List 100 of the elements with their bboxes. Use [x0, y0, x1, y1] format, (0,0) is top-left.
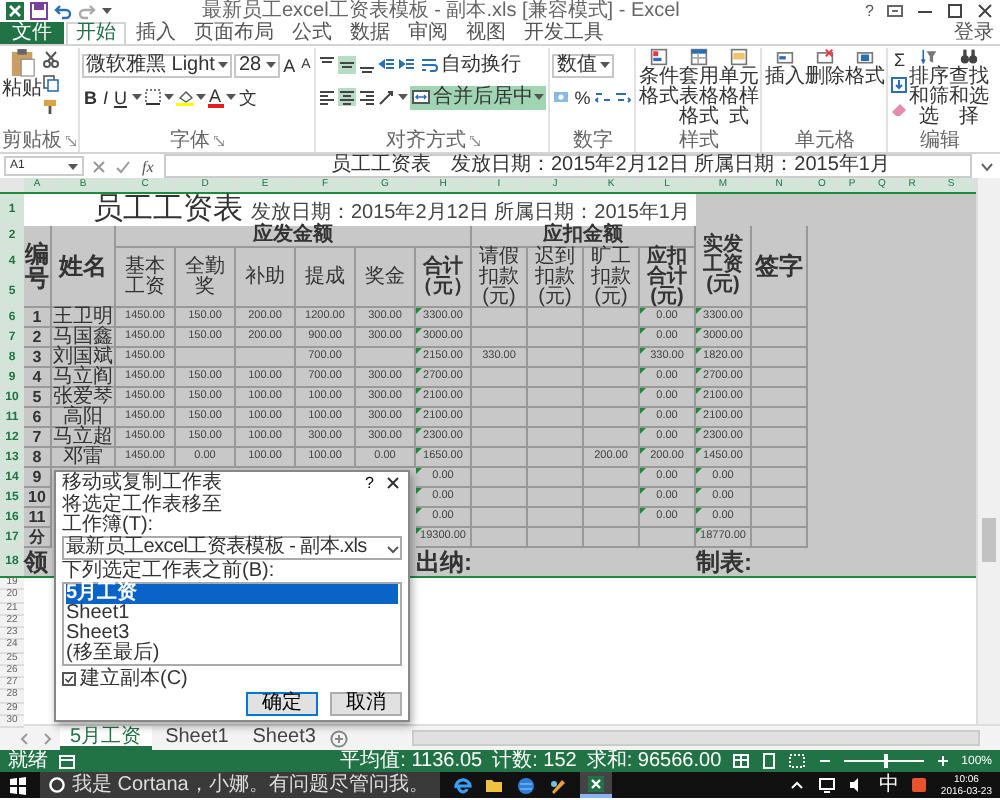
edge-browser-icon[interactable]	[452, 775, 472, 795]
maximize-icon[interactable]	[946, 2, 964, 20]
styles-button[interactable]: 单元格样式	[718, 48, 759, 128]
group-label: 字体	[170, 131, 211, 151]
sheet-tab[interactable]: Sheet3	[242, 726, 326, 750]
dialog-button[interactable]: 确定	[246, 692, 318, 716]
editing-button[interactable]: 查找和选择	[948, 48, 989, 128]
ribbon-tab[interactable]: 插入	[128, 22, 184, 44]
dialog-launcher-icon[interactable]	[214, 136, 225, 146]
font-name-field[interactable]: 微软雅黑 Light	[82, 53, 233, 77]
wrap-text-button[interactable]: 自动换行	[418, 53, 523, 77]
macro-record-icon[interactable]	[58, 752, 76, 770]
copy-checkbox[interactable]: 建立副本(C)	[62, 668, 188, 690]
copy-icon[interactable]	[42, 74, 60, 92]
dialog-launcher-icon[interactable]	[66, 136, 76, 146]
page-break-icon[interactable]	[787, 752, 806, 770]
list-item[interactable]: Sheet3	[66, 624, 398, 644]
cut-icon[interactable]	[42, 50, 60, 68]
caret-icon	[600, 62, 611, 68]
network-icon[interactable]	[818, 776, 837, 794]
merge-center-button[interactable]: 合并后居中	[410, 85, 547, 109]
number-format-field[interactable]: 数值	[552, 53, 615, 77]
sign-in-link[interactable]: 登录	[948, 22, 1000, 44]
group-label: 编辑	[919, 131, 960, 151]
undo-icon[interactable]	[54, 2, 72, 20]
scroll-right-icon[interactable]	[38, 729, 56, 747]
horizontal-align-icon[interactable]	[318, 88, 337, 106]
zoom-in-icon[interactable]	[933, 752, 952, 770]
vertical-scrollbar[interactable]	[976, 178, 1000, 724]
format-painter-icon[interactable]	[42, 98, 60, 116]
paste-button[interactable]: 粘贴	[2, 48, 42, 100]
help-button[interactable]: ?	[365, 474, 374, 492]
autosum-button[interactable]: Σ	[892, 50, 908, 70]
horizontal-scrollbar[interactable]	[411, 730, 980, 746]
font-size-field[interactable]: 28	[234, 53, 280, 77]
chevron-up-icon[interactable]	[788, 776, 807, 794]
underline-button[interactable]: U	[112, 87, 130, 107]
notification-icon[interactable]	[910, 776, 929, 794]
font-color-button[interactable]: A	[207, 87, 224, 107]
workbook-dropdown[interactable]: 最新员工excel工资表模板 - 副本.xls	[62, 536, 402, 560]
cells-button[interactable]: 插入	[764, 48, 805, 88]
horizontal-align-icon[interactable]	[358, 88, 377, 106]
editing-button[interactable]: 排序和筛选	[908, 48, 949, 128]
borders-icon[interactable]	[143, 88, 162, 106]
paint-app-icon[interactable]	[548, 775, 568, 795]
normal-view-icon[interactable]	[731, 752, 750, 770]
excel-app-icon[interactable]	[586, 773, 606, 793]
ribbon-tab[interactable]: 页面布局	[186, 22, 282, 44]
decrease-indent-icon[interactable]	[378, 56, 397, 74]
styles-button[interactable]: 条件格式	[638, 48, 679, 108]
windows-start-icon[interactable]	[8, 775, 28, 795]
save-icon[interactable]	[30, 2, 48, 20]
list-item[interactable]: Sheet1	[66, 604, 398, 624]
fill-down-icon[interactable]	[890, 76, 909, 94]
group-label: 剪贴板	[2, 131, 62, 151]
dialog-label: 将选定工作表移至	[62, 496, 222, 516]
search-field[interactable]: 我是 Cortana，小娜。有问题尽管问我。	[40, 772, 440, 798]
file-tab[interactable]: 文件	[0, 22, 64, 44]
scroll-left-icon[interactable]	[16, 729, 34, 747]
ribbon-tab[interactable]: 审阅	[400, 22, 456, 44]
close-icon[interactable]	[976, 2, 994, 20]
help-button[interactable]: ?	[865, 2, 874, 20]
increase-indent-icon[interactable]	[398, 56, 417, 74]
cells-button[interactable]: 格式	[844, 48, 885, 88]
globe-icon[interactable]	[516, 775, 536, 795]
list-item[interactable]: (移至最后)	[66, 644, 398, 664]
fill-color-icon[interactable]	[175, 88, 194, 106]
input-method-text[interactable]: 中	[878, 775, 899, 795]
italic-button[interactable]: I	[101, 87, 111, 107]
check-icon[interactable]	[114, 157, 132, 175]
ribbon-tab[interactable]: 开始	[66, 22, 126, 44]
date-note: 发放日期：2015年2月12日 所属日期：2015年1月	[250, 204, 690, 224]
decrease-decimal-icon[interactable]	[614, 88, 633, 106]
vertical-align-icon[interactable]	[338, 56, 357, 74]
bold-button[interactable]: B	[82, 87, 99, 107]
grow-font-button[interactable]: A	[281, 55, 298, 75]
caret-icon	[398, 94, 409, 100]
page-layout-icon[interactable]	[759, 752, 778, 770]
increase-decimal-icon[interactable]	[594, 88, 613, 106]
list-item[interactable]: 5月工资	[66, 584, 398, 604]
dialog-launcher-icon[interactable]	[469, 136, 480, 146]
ribbon-tab[interactable]: 数据	[342, 22, 398, 44]
cancel-icon[interactable]	[90, 157, 108, 175]
phonetic-button[interactable]: 文	[237, 87, 260, 107]
cells-button[interactable]: 删除	[804, 48, 845, 88]
horizontal-align-icon[interactable]	[338, 88, 357, 106]
styles-button[interactable]: 套用表格格式	[678, 48, 719, 128]
sheet-tab[interactable]: Sheet1	[155, 726, 239, 750]
ribbon-display-icon[interactable]	[886, 2, 904, 20]
ribbon-tab[interactable]: 视图	[458, 22, 514, 44]
close-icon[interactable]	[384, 474, 402, 492]
clipboard-icon	[9, 48, 35, 78]
percent-button[interactable]: %	[572, 87, 593, 107]
dialog-button[interactable]: 取消	[330, 692, 402, 716]
sheet-tab[interactable]: 5月工资	[60, 726, 152, 750]
orientation-icon[interactable]	[378, 88, 397, 106]
add-sheet-icon[interactable]	[329, 729, 348, 747]
insert-function-button[interactable]: fx	[138, 157, 158, 175]
ribbon-tab[interactable]: 公式	[284, 22, 340, 44]
ribbon-tab[interactable]: 开发工具	[516, 22, 612, 44]
